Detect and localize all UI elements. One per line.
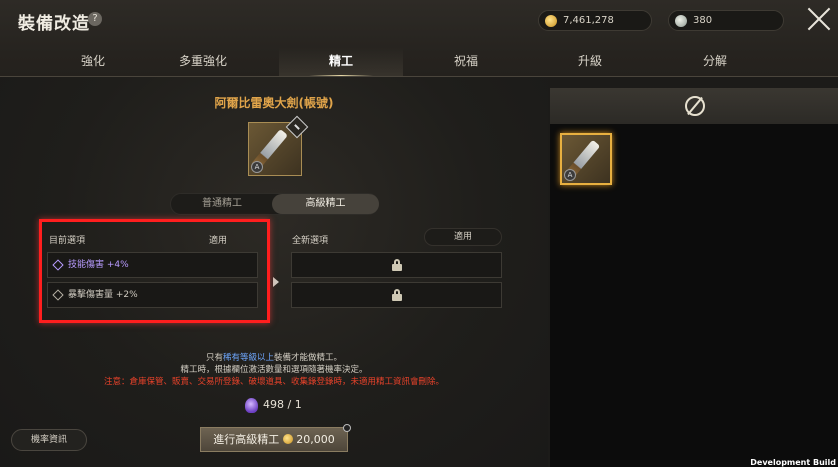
tab-bar: 強化 多重強化 精工 祝福 升級 分解 bbox=[0, 47, 838, 77]
new-option-slot bbox=[291, 282, 502, 308]
gem-icon bbox=[245, 398, 258, 413]
option-text: 暴擊傷害量 +2% bbox=[68, 290, 138, 300]
lock-icon bbox=[391, 259, 402, 271]
tab-refine[interactable]: 精工 bbox=[279, 47, 403, 77]
tab-multi-enhance[interactable]: 多重強化 bbox=[141, 47, 265, 77]
item-name: 阿爾比雷奧大劍(帳號) bbox=[214, 96, 334, 110]
gold-currency: 7,461,278 bbox=[538, 10, 652, 31]
lock-icon bbox=[391, 289, 402, 301]
inventory-item-slot[interactable]: A bbox=[560, 133, 612, 185]
current-option-row: 暴擊傷害量 +2% bbox=[47, 282, 258, 308]
gold-amount: 7,461,278 bbox=[563, 15, 614, 26]
gold-coin-icon bbox=[545, 15, 557, 27]
arrow-right-icon bbox=[273, 277, 279, 287]
tab-bless[interactable]: 祝福 bbox=[404, 47, 528, 77]
info-dot-icon bbox=[343, 424, 351, 432]
note-probability: 精工時，根據欄位激活數量和選項隨著機率決定。 bbox=[180, 365, 368, 375]
material-count: 498 / 1 bbox=[263, 398, 302, 411]
question-icon[interactable]: ? bbox=[88, 12, 102, 26]
diamond-icon bbox=[52, 259, 64, 271]
diamond-icon bbox=[52, 289, 64, 301]
feather-amount: 380 bbox=[693, 15, 713, 26]
normal-refine-option[interactable]: 普通精工 bbox=[171, 194, 273, 214]
material-cost: 498 / 1 bbox=[245, 398, 302, 413]
gold-coin-icon bbox=[283, 434, 294, 444]
advanced-refine-option[interactable]: 高級精工 bbox=[272, 194, 379, 214]
close-icon[interactable] bbox=[806, 6, 832, 32]
grade-badge: A bbox=[251, 161, 263, 173]
apply-button[interactable]: 適用 bbox=[424, 228, 502, 246]
refine-mode-toggle: 普通精工 高級精工 bbox=[170, 193, 379, 215]
new-options-header: 全新選項 bbox=[292, 236, 329, 246]
item-list-header bbox=[550, 88, 838, 124]
current-option-row: 技能傷害 +4% bbox=[47, 252, 258, 278]
refine-cost: 20,000 bbox=[296, 433, 335, 446]
grade-badge: A bbox=[564, 169, 576, 181]
page-title: 裝備改造 bbox=[18, 14, 90, 34]
current-apply-label: 適用 bbox=[209, 236, 228, 246]
feather-currency: 380 bbox=[668, 10, 784, 31]
feather-icon bbox=[675, 15, 687, 27]
current-options-header: 目前選項 bbox=[49, 236, 86, 246]
option-text: 技能傷害 +4% bbox=[68, 260, 129, 270]
probability-info-button[interactable]: 機率資訊 bbox=[11, 429, 87, 451]
tab-upgrade[interactable]: 升級 bbox=[528, 47, 652, 77]
tab-enhance[interactable]: 強化 bbox=[31, 47, 155, 77]
refine-button-label: 進行高級精工 bbox=[213, 433, 280, 446]
tab-disassemble[interactable]: 分解 bbox=[653, 47, 777, 77]
note-grade: 只有稀有等級以上裝備才能做精工。 bbox=[205, 353, 343, 363]
advanced-refine-button[interactable]: 進行高級精工 20,000 bbox=[200, 424, 351, 452]
new-option-slot bbox=[291, 252, 502, 278]
dev-build-label: Development Build bbox=[750, 458, 836, 467]
item-slot[interactable]: A bbox=[248, 115, 309, 176]
filter-icon[interactable] bbox=[685, 96, 705, 116]
note-warning: 注意：倉庫保管、販賣、交易所登錄、破壞道具、收集錄登錄時，未適用精工資訊會刪除。 bbox=[103, 377, 444, 387]
